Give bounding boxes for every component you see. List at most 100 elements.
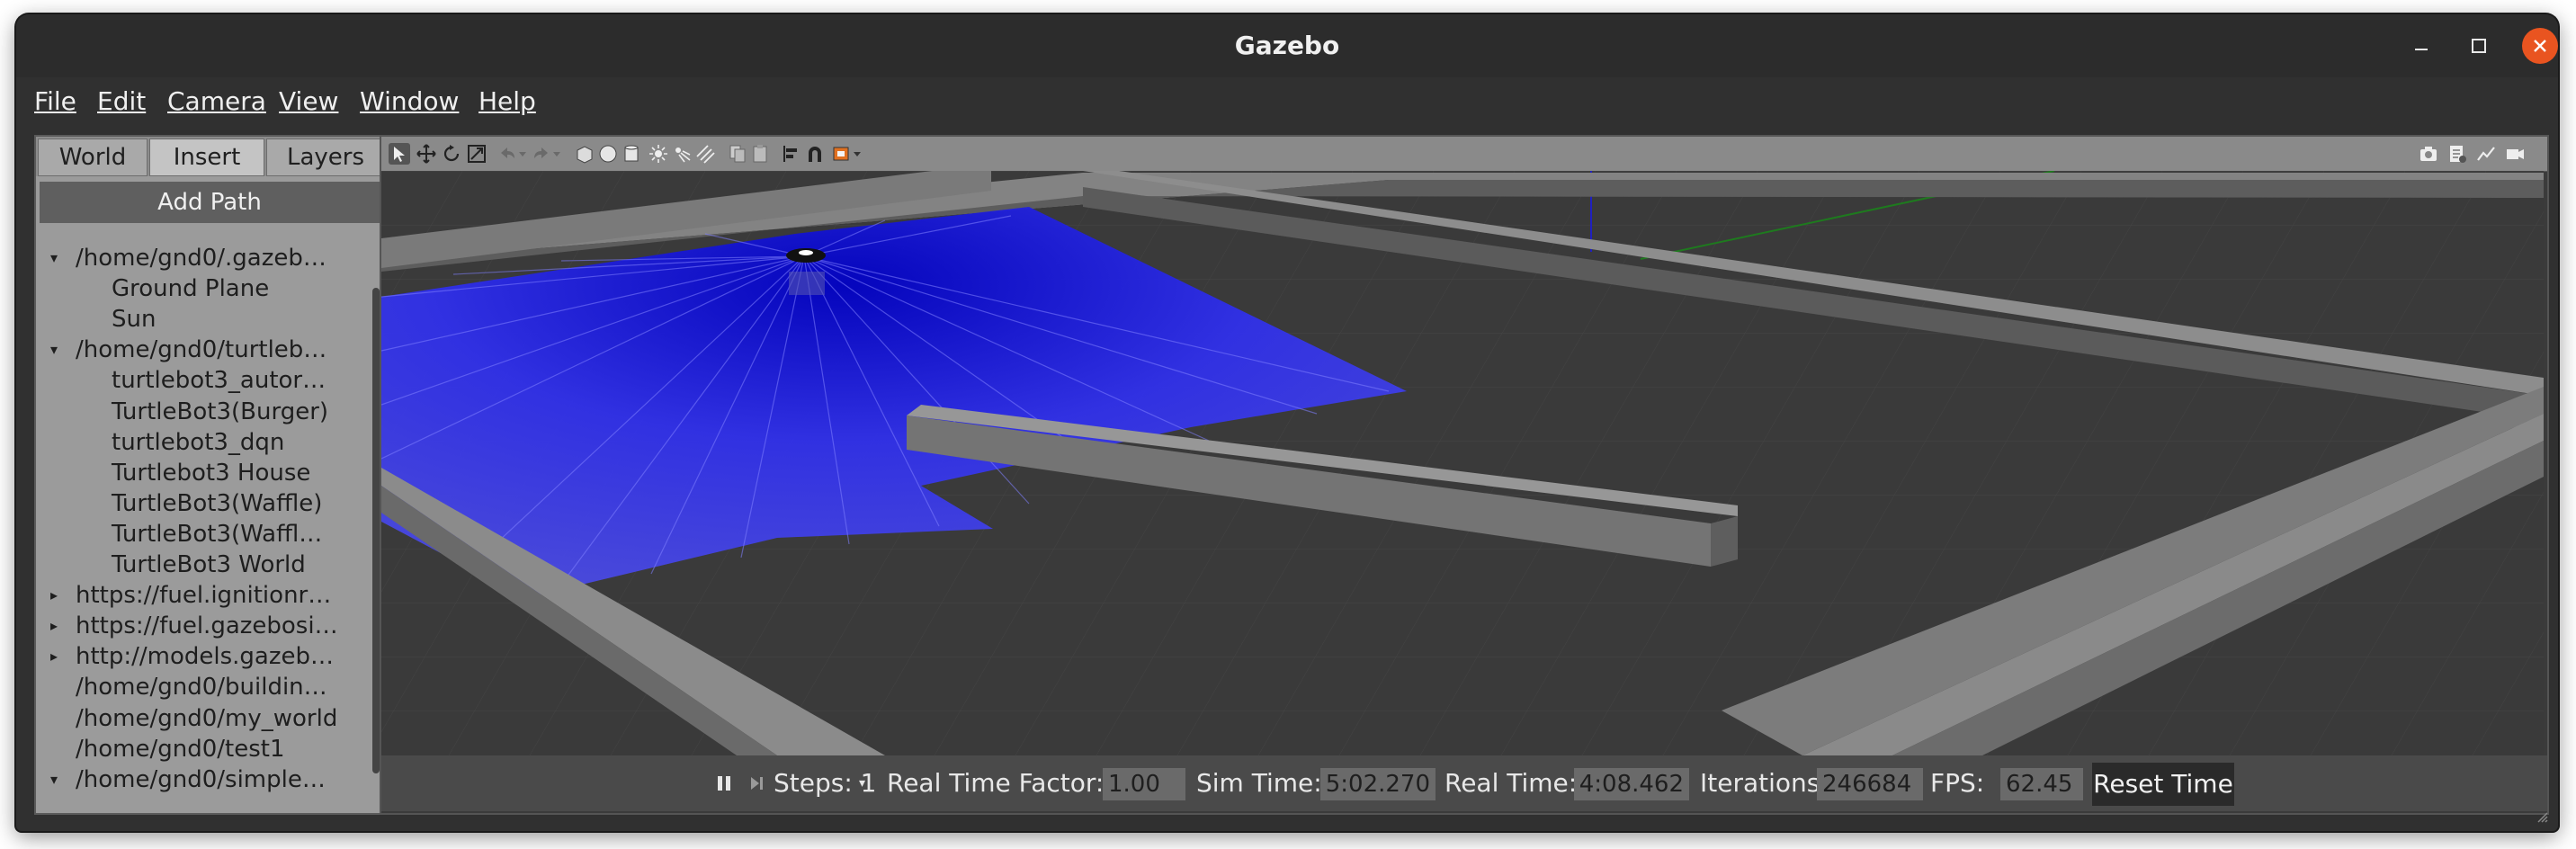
point-light-icon[interactable] <box>648 143 669 165</box>
menu-window[interactable]: Window <box>360 77 459 126</box>
expand-arrow-icon[interactable]: ▸ <box>50 641 58 672</box>
translate-icon[interactable] <box>416 143 437 165</box>
video-icon[interactable] <box>2504 143 2526 165</box>
window-title: Gazebo <box>1234 31 1340 60</box>
menu-file[interactable]: File <box>34 77 76 126</box>
tree-item[interactable]: TurtleBot3(Waffl… <box>36 519 369 550</box>
tree-item[interactable]: /home/gnd0/my_world <box>36 703 369 734</box>
close-button[interactable] <box>2522 28 2558 64</box>
directional-light-icon[interactable] <box>694 143 716 165</box>
menu-camera[interactable]: Camera <box>167 77 266 126</box>
tree-item-label: Turtlebot3 House <box>112 459 311 487</box>
tree-item-label: /home/gnd0/simple… <box>76 765 326 793</box>
simulation-status-bar: Steps: 1 ▾ Real Time Factor: 1.00 Sim Ti… <box>381 755 2547 811</box>
title-bar[interactable]: Gazebo <box>16 14 2558 78</box>
real-time-factor-value: 1.00 <box>1103 768 1185 800</box>
redo-dropdown-icon[interactable] <box>550 143 563 165</box>
view-angle-icon[interactable] <box>831 143 863 165</box>
snap-icon[interactable] <box>804 143 826 165</box>
collapse-arrow-icon[interactable]: ▾ <box>50 335 58 365</box>
paste-icon[interactable] <box>750 143 772 165</box>
menu-view[interactable]: View <box>279 77 338 126</box>
redo-icon[interactable] <box>531 143 552 165</box>
model-tree: ▾ /home/gnd0/.gazeb… Ground Plane Sun ▾ /home… <box>36 243 369 804</box>
menu-bar: File Edit Camera View Window Help <box>16 77 2558 126</box>
tab-layers[interactable]: Layers <box>266 139 385 176</box>
maximize-icon <box>2472 39 2486 53</box>
add-path-button[interactable]: Add Path <box>40 182 380 223</box>
tree-item[interactable]: TurtleBot3(Waffle) <box>36 488 369 519</box>
step-button[interactable] <box>747 755 768 811</box>
turtlebot-robot[interactable] <box>786 248 826 295</box>
tree-item[interactable]: turtlebot3_dqn <box>36 427 369 458</box>
tree-item-label: http://models.gazeb… <box>76 643 335 671</box>
sim-time-label: Sim Time: <box>1196 768 1322 798</box>
rotate-icon[interactable] <box>441 143 462 165</box>
tree-item[interactable]: ▾ /home/gnd0/.gazeb… <box>36 243 369 273</box>
sphere-shape-icon[interactable] <box>597 143 619 165</box>
fps-value: 62.45 <box>2000 768 2083 800</box>
tree-item-label: turtlebot3_dqn <box>112 428 285 456</box>
select-arrow-icon[interactable] <box>389 143 410 165</box>
resize-grip-icon[interactable] <box>2536 811 2549 824</box>
interior-wall-end <box>1711 516 1738 567</box>
steps-dropdown-icon[interactable]: ▾ <box>859 755 865 811</box>
left-panel: World Insert Layers Add Path ▾ /home/gnd0… <box>34 135 389 815</box>
iterations-label: Iterations: <box>1700 768 1829 798</box>
tree-item-label: TurtleBot3 World <box>112 551 306 578</box>
scrollbar-thumb[interactable] <box>372 288 380 773</box>
panel-tabs: World Insert Layers <box>36 137 387 176</box>
tree-item[interactable]: ▸ https://fuel.ignitionr… <box>36 580 369 611</box>
render-viewport[interactable]: Steps: 1 ▾ Real Time Factor: 1.00 Sim Ti… <box>380 135 2549 815</box>
tree-item-label: TurtleBot3(Burger) <box>112 398 329 425</box>
reset-time-button[interactable]: Reset Time <box>2092 763 2234 806</box>
tree-item[interactable]: ▸ https://fuel.gazebosi… <box>36 611 369 641</box>
tree-item[interactable]: TurtleBot3 World <box>36 550 369 580</box>
tree-item[interactable]: ▾ /home/gnd0/simple… <box>36 764 369 795</box>
menu-edit[interactable]: Edit <box>97 77 146 126</box>
tree-item-label: /home/gnd0/turtleb… <box>76 336 327 364</box>
maximize-button[interactable] <box>2459 26 2499 66</box>
tree-item[interactable]: ▾ /home/gnd0/turtleb… <box>36 335 369 365</box>
undo-dropdown-icon[interactable] <box>516 143 529 165</box>
log-icon[interactable] <box>2446 143 2468 165</box>
expand-arrow-icon[interactable]: ▸ <box>50 580 58 611</box>
tree-item[interactable]: Ground Plane <box>36 273 369 304</box>
box-shape-icon[interactable] <box>574 143 595 165</box>
tree-item[interactable]: ▸ http://models.gazeb… <box>36 641 369 672</box>
3d-scene[interactable] <box>381 171 2544 755</box>
copy-icon[interactable] <box>727 143 748 165</box>
collapse-arrow-icon[interactable]: ▾ <box>50 764 58 795</box>
minimize-button[interactable] <box>2402 26 2441 66</box>
undo-icon[interactable] <box>496 143 518 165</box>
tree-item-label: Ground Plane <box>112 275 270 303</box>
spot-light-icon[interactable] <box>671 143 693 165</box>
tab-insert[interactable]: Insert <box>149 139 264 176</box>
tree-item[interactable]: /home/gnd0/test1 <box>36 734 369 764</box>
tree-item-label: turtlebot3_autor… <box>112 367 326 395</box>
close-icon <box>2534 40 2546 52</box>
tab-world[interactable]: World <box>38 139 148 176</box>
tree-item[interactable]: TurtleBot3(Burger) <box>36 397 369 427</box>
tree-item[interactable]: Turtlebot3 House <box>36 458 369 488</box>
pause-icon <box>718 776 730 791</box>
plot-icon[interactable] <box>2475 143 2497 165</box>
tree-item[interactable]: /home/gnd0/buildin… <box>36 672 369 702</box>
tree-item-label: Sun <box>112 306 157 334</box>
tree-item-label: https://fuel.gazebosi… <box>76 612 338 640</box>
menu-help[interactable]: Help <box>479 77 536 126</box>
align-icon[interactable] <box>781 143 802 165</box>
tree-scrollbar[interactable] <box>372 245 380 802</box>
collapse-arrow-icon[interactable]: ▾ <box>50 243 58 273</box>
scale-icon[interactable] <box>466 143 487 165</box>
real-time-value: 4:08.462 <box>1574 768 1689 800</box>
pause-button[interactable] <box>714 755 736 811</box>
screenshot-icon[interactable] <box>2418 143 2439 165</box>
cylinder-shape-icon[interactable] <box>621 143 642 165</box>
minimize-icon <box>2415 49 2428 50</box>
step-icon <box>751 777 763 790</box>
expand-arrow-icon[interactable]: ▸ <box>50 611 58 641</box>
tree-item-label: TurtleBot3(Waffle) <box>112 489 323 517</box>
tree-item[interactable]: Sun <box>36 304 369 335</box>
tree-item[interactable]: turtlebot3_autor… <box>36 365 369 396</box>
